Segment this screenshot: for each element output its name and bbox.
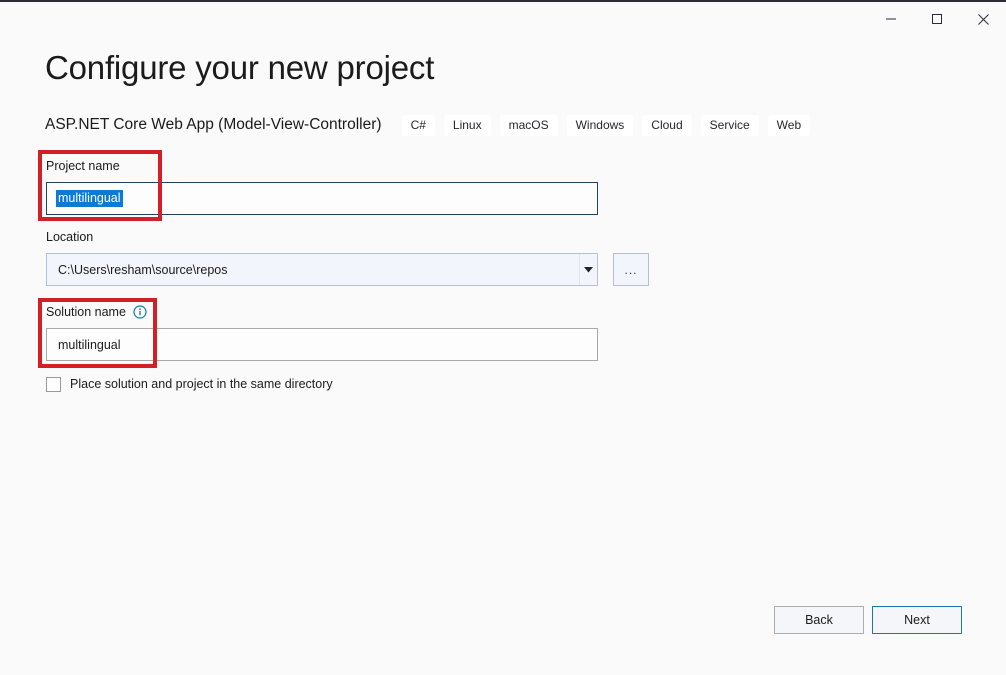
solution-name-label: Solution name bbox=[46, 305, 126, 319]
template-tag-service: Service bbox=[700, 114, 759, 136]
project-name-value: multilingual bbox=[56, 190, 123, 207]
solution-name-input[interactable]: multilingual bbox=[46, 328, 598, 361]
maximize-icon bbox=[932, 14, 942, 24]
close-button[interactable] bbox=[960, 2, 1006, 36]
location-label: Location bbox=[46, 230, 94, 244]
location-value: C:\Users\resham\source\repos bbox=[58, 262, 228, 277]
dialog-window: Configure your new project ASP.NET Core … bbox=[0, 0, 1006, 675]
solution-name-label-row: Solution name bbox=[46, 304, 147, 320]
minimize-button[interactable] bbox=[868, 2, 914, 36]
project-name-input[interactable]: multilingual bbox=[46, 182, 598, 215]
same-directory-checkbox-row[interactable]: Place solution and project in the same d… bbox=[46, 375, 333, 393]
template-tag-list: C# Linux macOS Windows Cloud Service Web bbox=[401, 114, 820, 136]
info-icon[interactable] bbox=[133, 305, 147, 319]
chevron-down-icon[interactable] bbox=[579, 254, 597, 285]
template-tag-csharp: C# bbox=[401, 114, 435, 136]
template-tag-windows: Windows bbox=[566, 114, 634, 136]
same-directory-checkbox-label: Place solution and project in the same d… bbox=[70, 377, 333, 391]
location-combobox[interactable]: C:\Users\resham\source\repos bbox=[46, 253, 598, 286]
template-summary-row: ASP.NET Core Web App (Model-View-Control… bbox=[45, 113, 819, 137]
template-tag-linux: Linux bbox=[443, 114, 491, 136]
minimize-icon bbox=[886, 18, 896, 20]
template-name: ASP.NET Core Web App (Model-View-Control… bbox=[45, 116, 382, 133]
close-icon bbox=[977, 13, 989, 25]
title-bar bbox=[0, 2, 1006, 36]
browse-location-button[interactable]: ... bbox=[613, 253, 649, 286]
solution-name-value: multilingual bbox=[58, 337, 121, 352]
same-directory-checkbox[interactable] bbox=[46, 376, 61, 392]
info-icon-glyph bbox=[133, 305, 147, 319]
template-tag-web: Web bbox=[767, 114, 811, 136]
back-button[interactable]: Back bbox=[774, 606, 864, 634]
template-tag-cloud: Cloud bbox=[642, 114, 692, 136]
project-name-label: Project name bbox=[46, 159, 120, 173]
page-title: Configure your new project bbox=[45, 49, 435, 86]
template-tag-macos: macOS bbox=[499, 114, 558, 136]
maximize-button[interactable] bbox=[914, 2, 960, 36]
chevron-down-glyph bbox=[584, 266, 593, 272]
next-button[interactable]: Next bbox=[872, 606, 962, 634]
